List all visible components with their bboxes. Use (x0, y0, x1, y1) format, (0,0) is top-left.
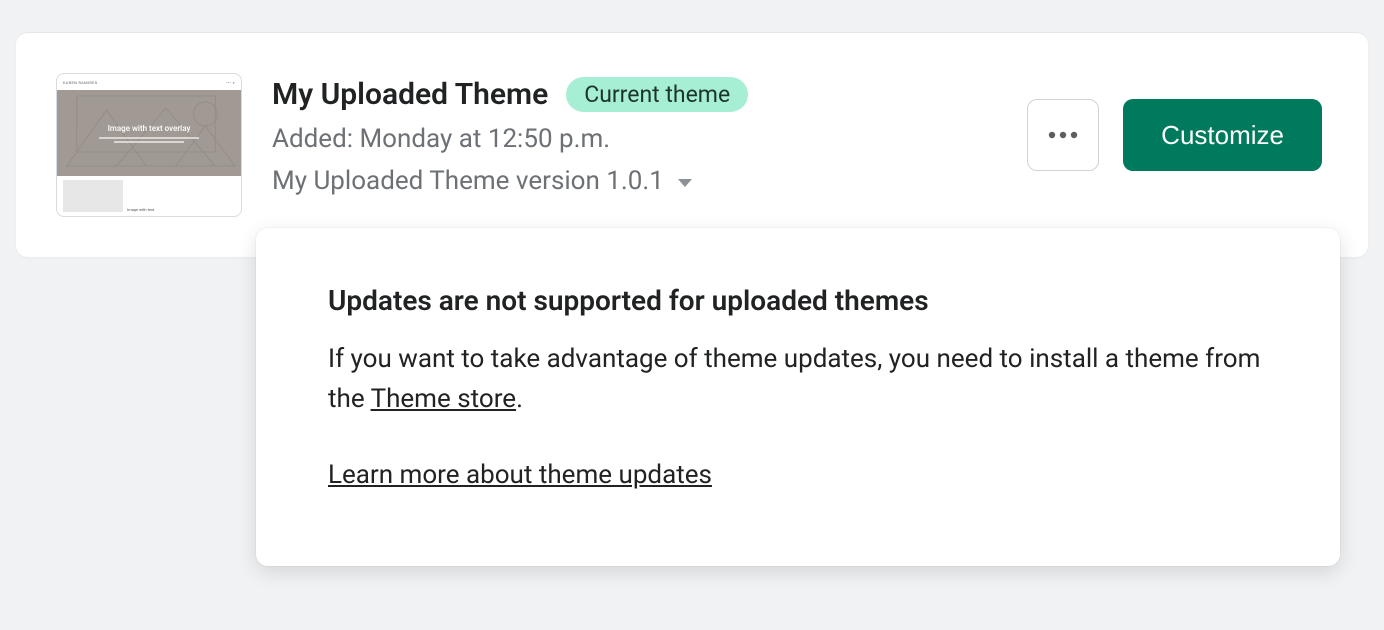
thumb-bottom: Image with text (57, 176, 241, 216)
theme-actions: Customize (1027, 73, 1328, 171)
theme-title: My Uploaded Theme (272, 77, 548, 112)
added-value: Monday at 12:50 p.m. (359, 124, 610, 154)
learn-more-link[interactable]: Learn more about theme updates (328, 460, 712, 490)
thumb-hero: Image with text overlay (57, 90, 241, 176)
theme-meta: My Uploaded Theme Current theme Added: M… (272, 73, 997, 196)
customize-button[interactable]: Customize (1123, 99, 1322, 171)
ellipsis-icon (1048, 131, 1078, 139)
theme-thumbnail: KAREN RAMIRES ••• ⌕ Image with text over… (56, 73, 242, 217)
popover-body: If you want to take advantage of theme u… (328, 339, 1268, 420)
thumb-hero-subline (99, 137, 199, 139)
thumb-bottom-label: Image with text (127, 180, 154, 212)
title-row: My Uploaded Theme Current theme (272, 77, 997, 112)
version-dropdown[interactable]: My Uploaded Theme version 1.0.1 (272, 166, 997, 196)
thumb-image-block (63, 180, 123, 212)
theme-card: KAREN RAMIRES ••• ⌕ Image with text over… (16, 32, 1368, 257)
update-info-popover: Updates are not supported for uploaded t… (256, 228, 1340, 566)
version-label: My Uploaded Theme version 1.0.1 (272, 166, 664, 196)
theme-store-link[interactable]: Theme store (371, 384, 517, 414)
thumb-site-name: KAREN RAMIRES (63, 80, 97, 85)
thumb-header: KAREN RAMIRES ••• ⌕ (57, 74, 241, 90)
thumb-geometry-icon (57, 90, 241, 176)
added-line: Added: Monday at 12:50 p.m. (272, 124, 997, 154)
more-actions-button[interactable] (1027, 99, 1099, 171)
popover-body-suffix: . (516, 384, 523, 414)
added-prefix: Added: (272, 124, 359, 154)
thumb-nav: ••• ⌕ (226, 80, 235, 85)
popover-heading: Updates are not supported for uploaded t… (328, 284, 1268, 317)
current-theme-badge: Current theme (566, 77, 748, 112)
chevron-down-icon (678, 179, 692, 187)
thumb-hero-text: Image with text overlay (108, 124, 191, 133)
thumb-hero-subline (114, 141, 184, 143)
